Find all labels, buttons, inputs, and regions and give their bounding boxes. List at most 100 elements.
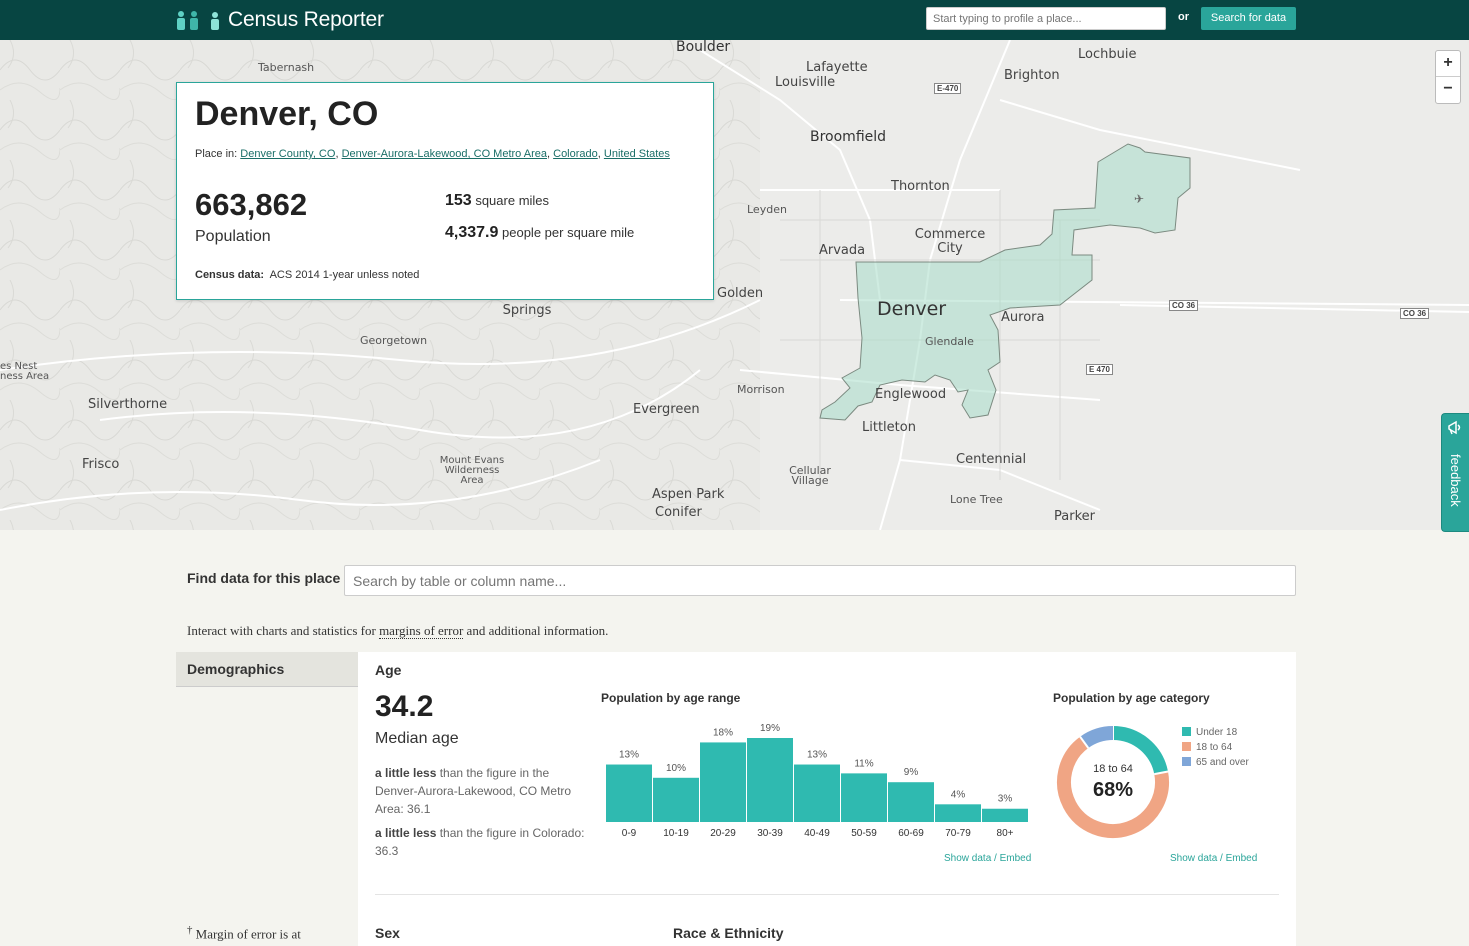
map-label-morrison: Morrison (737, 383, 785, 396)
bar-value-label: 13% (619, 750, 639, 761)
section-title-race-ethnicity: Race & Ethnicity (673, 925, 784, 941)
bar-value-label: 4% (951, 789, 966, 800)
map-label-centennial: Centennial (956, 452, 1027, 467)
comparison-metro-qualifier: a little less (375, 766, 437, 780)
map-label-lochbuie: Lochbuie (1078, 47, 1137, 62)
parent-link-state[interactable]: Colorado (553, 148, 598, 160)
sidebar-item-demographics[interactable]: Demographics (176, 652, 358, 687)
donut-center-label: 18 to 64 (1093, 763, 1133, 775)
interact-text-post: and additional information. (463, 623, 609, 638)
bar-category-label: 30-39 (757, 828, 783, 839)
bar-10-19[interactable] (653, 777, 699, 822)
parent-link-country[interactable]: United States (604, 148, 670, 160)
bar-category-label: 20-29 (710, 828, 736, 839)
map-label-glendale: Glendale (925, 335, 974, 348)
bar-80+[interactable] (982, 808, 1028, 822)
map-label-brighton: Brighton (1004, 68, 1060, 83)
section-title-age: Age (375, 662, 402, 678)
census-data-value: ACS 2014 1-year unless noted (269, 269, 420, 281)
or-label: or (1178, 11, 1189, 23)
age-category-show-data-link[interactable]: Show data / Embed (1170, 853, 1257, 864)
highway-shield-co36-east: CO 36 (1400, 308, 1430, 319)
megaphone-icon (1448, 420, 1461, 435)
map-label-thornton: Thornton (891, 179, 950, 194)
section-divider (375, 894, 1279, 895)
place-search-input[interactable] (926, 7, 1166, 30)
moe-text: Margin of error is at (195, 926, 301, 942)
map-label-lone-tree: Lone Tree (950, 493, 1003, 506)
feedback-tab[interactable]: feedback (1441, 413, 1469, 532)
zoom-out-button[interactable]: − (1436, 77, 1460, 103)
area-value: 153 (445, 192, 472, 209)
bar-value-label: 3% (998, 794, 1013, 805)
age-range-bar-chart[interactable]: 13% 0-9 10% 10-19 18% 20-29 19% 30-39 13% 40-49 11… (601, 718, 1041, 848)
bar-value-label: 13% (807, 750, 827, 761)
map-label-cellular-village: Cellular Village (789, 464, 831, 487)
area-label: square miles (475, 193, 550, 208)
census-data-note: Census data: ACS 2014 1-year unless note… (195, 269, 419, 281)
parent-link-metro[interactable]: Denver-Aurora-Lakewood, CO Metro Area (342, 148, 547, 160)
legend-label: 65 and over (1196, 757, 1249, 768)
svg-text:✈: ✈ (1134, 192, 1144, 206)
comparison-state-qualifier: a little less (375, 826, 437, 840)
bar-value-label: 19% (760, 723, 780, 734)
density-label: people per square mile (502, 225, 635, 240)
bar-category-label: 70-79 (945, 828, 971, 839)
population-value: 663,862 (195, 187, 308, 222)
top-navigation-bar: Census Reporter or Search for data (0, 0, 1469, 40)
bar-0-9[interactable] (606, 764, 652, 822)
bar-40-49[interactable] (794, 764, 840, 822)
map-label-louisville: Louisville (775, 75, 836, 90)
comparison-state: a little less than the figure in Colorad… (375, 824, 590, 860)
feedback-label: feedback (1448, 454, 1463, 507)
age-range-show-data-link[interactable]: Show data / Embed (944, 853, 1031, 864)
map-zoom-control: + − (1435, 50, 1461, 104)
legend-swatch (1182, 757, 1191, 766)
map-label-broomfield: Broomfield (810, 129, 887, 145)
map-label-frisco: Frisco (82, 457, 120, 472)
bar-70-79[interactable] (935, 804, 981, 822)
bar-50-59[interactable] (841, 773, 887, 822)
bar-value-label: 11% (854, 758, 873, 769)
legend-label: Under 18 (1196, 727, 1238, 738)
map-label-wilderness-edge: es Nest ness Area (0, 361, 50, 382)
map-label-aurora: Aurora (1001, 310, 1045, 325)
people-logo-icon (177, 11, 219, 30)
parent-link-county[interactable]: Denver County, CO (240, 148, 335, 160)
dagger-mark: † (187, 924, 193, 936)
donut-slice-65-and-over[interactable] (1080, 726, 1114, 749)
zoom-in-button[interactable]: + (1436, 51, 1460, 77)
legend-swatch (1182, 727, 1191, 736)
section-title-sex: Sex (375, 925, 400, 941)
search-for-data-button[interactable]: Search for data (1201, 7, 1296, 30)
map-label-boulder: Boulder (676, 40, 731, 55)
bar-30-39[interactable] (747, 738, 793, 822)
place-in-label: Place in: (195, 148, 238, 160)
map-label-parker: Parker (1054, 509, 1095, 524)
place-name: Denver, CO (195, 95, 379, 133)
logo[interactable]: Census Reporter (176, 6, 384, 34)
median-age-label: Median age (375, 730, 459, 747)
margins-of-error-link[interactable]: margins of error (379, 623, 464, 639)
find-data-label: Find data for this place (187, 570, 341, 586)
legend-item-under-18: Under 18 (1182, 727, 1237, 738)
interact-note: Interact with charts and statistics for … (187, 623, 608, 639)
legend-swatch (1182, 742, 1191, 751)
map-label-conifer: Conifer (655, 505, 702, 520)
map-label-silverthorne: Silverthorne (88, 397, 168, 412)
donut-center-value: 68% (1092, 779, 1134, 801)
bar-60-69[interactable] (888, 782, 934, 822)
map-label-leyden: Leyden (747, 203, 787, 216)
map-label-georgetown: Georgetown (360, 334, 428, 347)
age-category-chart-title: Population by age category (1053, 691, 1210, 705)
table-search-input[interactable] (344, 565, 1296, 596)
highway-shield-e470-east: E 470 (1086, 364, 1113, 375)
bar-category-label: 40-49 (804, 828, 830, 839)
population-label: Population (195, 228, 271, 245)
bar-category-label: 80+ (997, 828, 1014, 839)
bar-20-29[interactable] (700, 742, 746, 822)
margin-of-error-note: † Margin of error is at (187, 924, 301, 942)
demographics-panel: Age 34.2 Median age a little less than t… (358, 652, 1296, 946)
map-label-arvada: Arvada (819, 243, 866, 258)
bar-category-label: 50-59 (851, 828, 877, 839)
